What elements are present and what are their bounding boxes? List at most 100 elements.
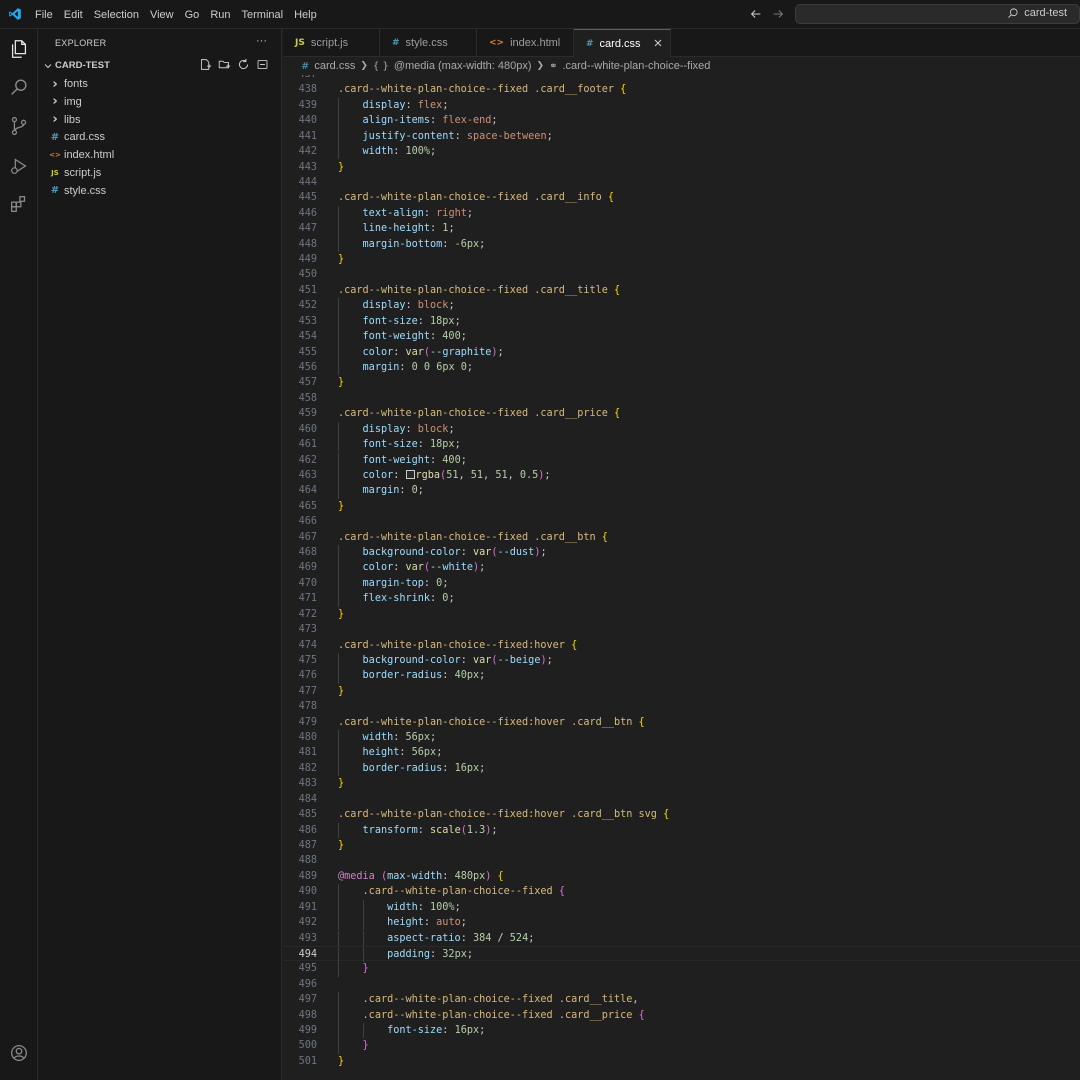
code-line[interactable]: 500 } — [283, 1038, 1080, 1054]
workspace-folder-header[interactable]: CARD-TEST — [38, 57, 282, 75]
code-line[interactable]: 446 text-align: right; — [283, 205, 1080, 222]
code-line[interactable]: 483} — [283, 776, 1080, 791]
extensions-icon[interactable] — [8, 193, 30, 215]
tree-item-card-css[interactable]: # card.css — [48, 128, 288, 146]
code-line[interactable]: 490 .card--white-plan-choice--fixed { — [283, 884, 1080, 900]
code-editor[interactable]: 437 438 .card--white-plan-choice--fixed .c… — [283, 75, 1080, 1080]
code-line[interactable]: 497 .card--white-plan-choice--fixed .car… — [283, 992, 1080, 1008]
tab-index-html[interactable]: <> index.html — [477, 29, 574, 57]
vscode-logo-icon[interactable] — [8, 7, 22, 21]
code-line[interactable]: 450 — [283, 267, 1080, 282]
code-line[interactable]: 475 background-color: var(--beige); — [283, 652, 1080, 669]
code-line[interactable]: 451 .card--white-plan-choice--fixed .card… — [283, 283, 1080, 298]
close-icon[interactable] — [652, 37, 664, 49]
code-line[interactable]: 447 line-height: 1; — [283, 221, 1080, 237]
code-line[interactable]: 453 font-size: 18px; — [283, 313, 1080, 330]
code-line[interactable]: 456 margin: 0 0 6px 0; — [283, 359, 1080, 376]
code-line[interactable]: 452 display: block; — [283, 298, 1080, 314]
code-line[interactable]: 458 — [283, 391, 1080, 406]
code-line[interactable]: 472} — [283, 607, 1080, 622]
new-folder-icon[interactable] — [218, 58, 231, 71]
code-line[interactable]: 463 color: rgba(51, 51, 51, 0.5); — [283, 467, 1080, 484]
code-line[interactable]: 455 color: var(--graphite); — [283, 344, 1080, 360]
code-line[interactable]: 459 .card--white-plan-choice--fixed .card… — [283, 406, 1080, 421]
run-debug-icon[interactable] — [8, 155, 30, 177]
tree-item-style-css[interactable]: # style.css — [48, 182, 288, 200]
breadcrumb-selector[interactable]: .card--white-plan-choice--fixed — [562, 60, 710, 72]
code-line[interactable]: 487} — [283, 838, 1080, 853]
code-line[interactable]: 464 margin: 0; — [283, 483, 1080, 499]
refresh-icon[interactable] — [237, 58, 250, 71]
code-line[interactable]: 501} — [283, 1054, 1080, 1069]
menu-file[interactable]: File — [35, 9, 53, 21]
code-line[interactable]: 442 width: 100%; — [283, 144, 1080, 160]
menu-edit[interactable]: Edit — [64, 9, 83, 21]
code-line[interactable]: 489 @media (max-width: 480px) { — [283, 869, 1080, 884]
menu-selection[interactable]: Selection — [94, 9, 139, 21]
code-line[interactable]: 470 margin-top: 0; — [283, 575, 1080, 592]
code-line[interactable]: 471 flex-shrink: 0; — [283, 591, 1080, 607]
color-swatch[interactable] — [405, 469, 415, 479]
code-line[interactable]: 498 .card--white-plan-choice--fixed .car… — [283, 1007, 1080, 1023]
menu-run[interactable]: Run — [210, 9, 230, 21]
code-line[interactable]: 482 border-radius: 16px; — [283, 760, 1080, 777]
code-line[interactable]: 457} — [283, 375, 1080, 390]
tab-style-css[interactable]: # style.css — [380, 29, 477, 57]
tree-item-script-js[interactable]: JS script.js — [48, 164, 288, 182]
command-center-search[interactable]: card-test — [795, 4, 1080, 24]
account-icon[interactable] — [8, 1042, 30, 1064]
tree-item-img[interactable]: › img — [48, 93, 288, 111]
code-line[interactable]: 493 aspect-ratio: 384 / 524; — [283, 930, 1080, 946]
code-line[interactable]: 443} — [283, 160, 1080, 175]
code-line[interactable]: 437 — [283, 75, 1080, 82]
code-line[interactable]: 468 background-color: var(--dust); — [283, 545, 1080, 561]
source-control-icon[interactable] — [8, 115, 30, 137]
menu-help[interactable]: Help — [294, 9, 317, 21]
code-line[interactable]: 479 .card--white-plan-choice--fixed:hover… — [283, 715, 1080, 730]
code-line[interactable]: 496 — [283, 977, 1080, 992]
code-line[interactable]: 465} — [283, 499, 1080, 514]
tab-script-js[interactable]: JS script.js — [283, 29, 380, 57]
code-line[interactable]: 444 — [283, 175, 1080, 190]
code-line[interactable]: 477} — [283, 684, 1080, 699]
code-line[interactable]: 441 justify-content: space-between; — [283, 128, 1080, 145]
menu-view[interactable]: View — [150, 9, 174, 21]
menu-terminal[interactable]: Terminal — [242, 9, 284, 21]
code-line[interactable]: 495 } — [283, 961, 1080, 977]
code-line[interactable]: 449} — [283, 252, 1080, 267]
menu-go[interactable]: Go — [185, 9, 200, 21]
tree-item-index-html[interactable]: <> index.html — [48, 146, 288, 164]
code-line[interactable]: 491 width: 100%; — [283, 899, 1080, 916]
code-line[interactable]: 485 .card--white-plan-choice--fixed:hover… — [283, 807, 1080, 822]
code-line[interactable]: 462 font-weight: 400; — [283, 452, 1080, 468]
code-line[interactable]: 480 width: 56px; — [283, 730, 1080, 746]
code-line[interactable]: 469 color: var(--white); — [283, 560, 1080, 576]
code-line[interactable]: 445 .card--white-plan-choice--fixed .card… — [283, 190, 1080, 205]
more-actions-icon[interactable]: ··· — [256, 35, 267, 47]
code-line[interactable]: 499 font-size: 16px; — [283, 1023, 1080, 1039]
code-line[interactable]: 439 display: flex; — [283, 97, 1080, 114]
code-line[interactable]: 481 height: 56px; — [283, 745, 1080, 761]
collapse-all-icon[interactable] — [256, 58, 269, 71]
tab-card-css[interactable]: # card.css — [574, 29, 671, 57]
forward-arrow-icon[interactable] — [771, 7, 785, 21]
code-line[interactable]: 478 — [283, 699, 1080, 714]
code-line[interactable]: 454 font-weight: 400; — [283, 329, 1080, 345]
tree-item-libs[interactable]: › libs — [48, 111, 288, 129]
tree-item-fonts[interactable]: › fonts — [48, 75, 288, 93]
code-line[interactable]: 467 .card--white-plan-choice--fixed .card… — [283, 530, 1080, 545]
code-line[interactable]: 494 padding: 32px; — [283, 945, 1080, 963]
back-arrow-icon[interactable] — [749, 7, 763, 21]
code-line[interactable]: 461 font-size: 18px; — [283, 437, 1080, 453]
breadcrumb-file[interactable]: card.css — [314, 60, 355, 72]
code-line[interactable]: 440 align-items: flex-end; — [283, 113, 1080, 129]
code-line[interactable]: 492 height: auto; — [283, 915, 1080, 931]
breadcrumb-media[interactable]: @media (max-width: 480px) — [394, 60, 532, 72]
code-line[interactable]: 448 margin-bottom: -6px; — [283, 236, 1080, 252]
explorer-icon[interactable] — [8, 38, 30, 60]
new-file-icon[interactable] — [199, 58, 212, 71]
code-line[interactable]: 460 display: block; — [283, 421, 1080, 438]
code-line[interactable]: 488 — [283, 853, 1080, 868]
code-line[interactable]: 484 — [283, 792, 1080, 807]
code-line[interactable]: 466 — [283, 514, 1080, 529]
